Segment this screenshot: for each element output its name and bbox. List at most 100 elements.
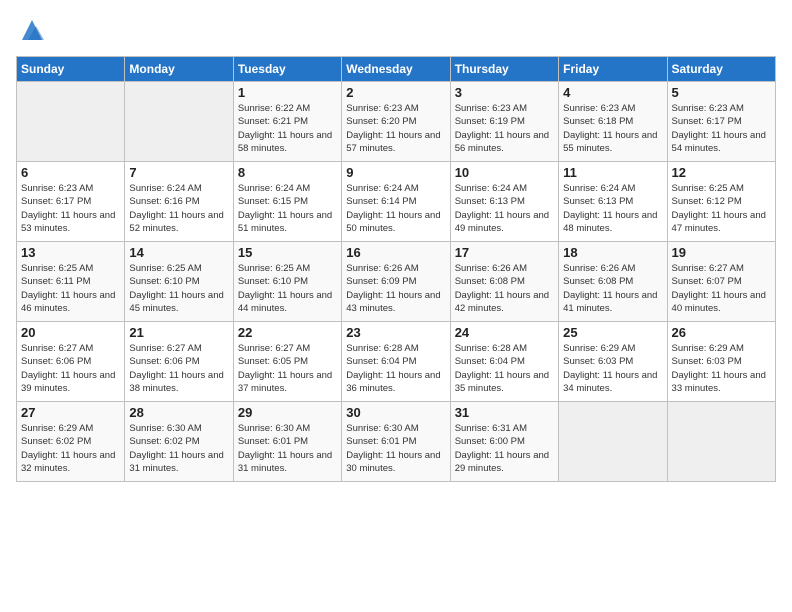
day-number: 25 <box>563 325 662 340</box>
calendar-day-cell: 17 Sunrise: 6:26 AM Sunset: 6:08 PM Dayli… <box>450 242 558 322</box>
calendar-week-row: 13 Sunrise: 6:25 AM Sunset: 6:11 PM Dayli… <box>17 242 776 322</box>
calendar-day-cell: 27 Sunrise: 6:29 AM Sunset: 6:02 PM Dayli… <box>17 402 125 482</box>
day-number: 24 <box>455 325 554 340</box>
calendar-day-cell: 14 Sunrise: 6:25 AM Sunset: 6:10 PM Dayli… <box>125 242 233 322</box>
day-info: Sunrise: 6:28 AM Sunset: 6:04 PM Dayligh… <box>346 342 445 395</box>
day-number: 10 <box>455 165 554 180</box>
day-info: Sunrise: 6:29 AM Sunset: 6:03 PM Dayligh… <box>672 342 771 395</box>
day-info: Sunrise: 6:25 AM Sunset: 6:10 PM Dayligh… <box>129 262 228 315</box>
day-number: 8 <box>238 165 337 180</box>
weekday-header-friday: Friday <box>559 57 667 82</box>
day-info: Sunrise: 6:23 AM Sunset: 6:18 PM Dayligh… <box>563 102 662 155</box>
calendar-day-cell: 18 Sunrise: 6:26 AM Sunset: 6:08 PM Dayli… <box>559 242 667 322</box>
day-number: 4 <box>563 85 662 100</box>
calendar-day-cell <box>559 402 667 482</box>
calendar-day-cell: 28 Sunrise: 6:30 AM Sunset: 6:02 PM Dayli… <box>125 402 233 482</box>
calendar-day-cell: 8 Sunrise: 6:24 AM Sunset: 6:15 PM Daylig… <box>233 162 341 242</box>
calendar-day-cell: 29 Sunrise: 6:30 AM Sunset: 6:01 PM Dayli… <box>233 402 341 482</box>
day-info: Sunrise: 6:25 AM Sunset: 6:12 PM Dayligh… <box>672 182 771 235</box>
day-number: 9 <box>346 165 445 180</box>
day-info: Sunrise: 6:30 AM Sunset: 6:01 PM Dayligh… <box>346 422 445 475</box>
day-number: 28 <box>129 405 228 420</box>
calendar-day-cell: 4 Sunrise: 6:23 AM Sunset: 6:18 PM Daylig… <box>559 82 667 162</box>
day-number: 11 <box>563 165 662 180</box>
day-number: 21 <box>129 325 228 340</box>
calendar-day-cell: 7 Sunrise: 6:24 AM Sunset: 6:16 PM Daylig… <box>125 162 233 242</box>
day-info: Sunrise: 6:24 AM Sunset: 6:16 PM Dayligh… <box>129 182 228 235</box>
calendar-day-cell <box>125 82 233 162</box>
day-info: Sunrise: 6:27 AM Sunset: 6:07 PM Dayligh… <box>672 262 771 315</box>
day-number: 12 <box>672 165 771 180</box>
calendar-header-row: SundayMondayTuesdayWednesdayThursdayFrid… <box>17 57 776 82</box>
day-number: 1 <box>238 85 337 100</box>
calendar-day-cell: 20 Sunrise: 6:27 AM Sunset: 6:06 PM Dayli… <box>17 322 125 402</box>
calendar-day-cell <box>17 82 125 162</box>
calendar-day-cell: 31Sunrise: 6:31 AM Sunset: 6:00 PM Dayli… <box>450 402 558 482</box>
day-number: 30 <box>346 405 445 420</box>
calendar-day-cell: 3 Sunrise: 6:23 AM Sunset: 6:19 PM Daylig… <box>450 82 558 162</box>
calendar-day-cell: 9 Sunrise: 6:24 AM Sunset: 6:14 PM Daylig… <box>342 162 450 242</box>
day-info: Sunrise: 6:28 AM Sunset: 6:04 PM Dayligh… <box>455 342 554 395</box>
calendar-week-row: 20 Sunrise: 6:27 AM Sunset: 6:06 PM Dayli… <box>17 322 776 402</box>
day-number: 15 <box>238 245 337 260</box>
day-number: 29 <box>238 405 337 420</box>
calendar-day-cell: 25 Sunrise: 6:29 AM Sunset: 6:03 PM Dayli… <box>559 322 667 402</box>
day-info: Sunrise: 6:26 AM Sunset: 6:09 PM Dayligh… <box>346 262 445 315</box>
calendar-day-cell: 11 Sunrise: 6:24 AM Sunset: 6:13 PM Dayli… <box>559 162 667 242</box>
day-number: 26 <box>672 325 771 340</box>
calendar-day-cell: 16 Sunrise: 6:26 AM Sunset: 6:09 PM Dayli… <box>342 242 450 322</box>
calendar-day-cell: 2Sunrise: 6:23 AM Sunset: 6:20 PM Daylig… <box>342 82 450 162</box>
day-info: Sunrise: 6:26 AM Sunset: 6:08 PM Dayligh… <box>563 262 662 315</box>
calendar-week-row: 6Sunrise: 6:23 AM Sunset: 6:17 PM Daylig… <box>17 162 776 242</box>
calendar-day-cell: 6Sunrise: 6:23 AM Sunset: 6:17 PM Daylig… <box>17 162 125 242</box>
calendar-day-cell: 10 Sunrise: 6:24 AM Sunset: 6:13 PM Dayli… <box>450 162 558 242</box>
day-info: Sunrise: 6:23 AM Sunset: 6:19 PM Dayligh… <box>455 102 554 155</box>
day-number: 13 <box>21 245 120 260</box>
day-number: 18 <box>563 245 662 260</box>
day-info: Sunrise: 6:29 AM Sunset: 6:03 PM Dayligh… <box>563 342 662 395</box>
day-number: 16 <box>346 245 445 260</box>
day-info: Sunrise: 6:24 AM Sunset: 6:13 PM Dayligh… <box>455 182 554 235</box>
page-header <box>16 16 776 44</box>
day-info: Sunrise: 6:22 AM Sunset: 6:21 PM Dayligh… <box>238 102 337 155</box>
weekday-header-wednesday: Wednesday <box>342 57 450 82</box>
day-info: Sunrise: 6:30 AM Sunset: 6:02 PM Dayligh… <box>129 422 228 475</box>
day-number: 20 <box>21 325 120 340</box>
calendar-week-row: 27 Sunrise: 6:29 AM Sunset: 6:02 PM Dayli… <box>17 402 776 482</box>
day-number: 31 <box>455 405 554 420</box>
calendar-day-cell: 1 Sunrise: 6:22 AM Sunset: 6:21 PM Daylig… <box>233 82 341 162</box>
weekday-header-monday: Monday <box>125 57 233 82</box>
day-number: 23 <box>346 325 445 340</box>
weekday-header-saturday: Saturday <box>667 57 775 82</box>
day-number: 22 <box>238 325 337 340</box>
day-info: Sunrise: 6:27 AM Sunset: 6:06 PM Dayligh… <box>21 342 120 395</box>
weekday-header-sunday: Sunday <box>17 57 125 82</box>
day-number: 6 <box>21 165 120 180</box>
calendar-day-cell: 13 Sunrise: 6:25 AM Sunset: 6:11 PM Dayli… <box>17 242 125 322</box>
logo-icon <box>18 16 46 44</box>
day-number: 7 <box>129 165 228 180</box>
day-number: 27 <box>21 405 120 420</box>
day-number: 5 <box>672 85 771 100</box>
day-info: Sunrise: 6:24 AM Sunset: 6:15 PM Dayligh… <box>238 182 337 235</box>
calendar-day-cell: 15 Sunrise: 6:25 AM Sunset: 6:10 PM Dayli… <box>233 242 341 322</box>
day-info: Sunrise: 6:25 AM Sunset: 6:10 PM Dayligh… <box>238 262 337 315</box>
calendar-week-row: 1 Sunrise: 6:22 AM Sunset: 6:21 PM Daylig… <box>17 82 776 162</box>
calendar-day-cell: 30 Sunrise: 6:30 AM Sunset: 6:01 PM Dayli… <box>342 402 450 482</box>
day-info: Sunrise: 6:24 AM Sunset: 6:13 PM Dayligh… <box>563 182 662 235</box>
day-number: 3 <box>455 85 554 100</box>
day-number: 17 <box>455 245 554 260</box>
calendar-day-cell: 26 Sunrise: 6:29 AM Sunset: 6:03 PM Dayli… <box>667 322 775 402</box>
day-info: Sunrise: 6:29 AM Sunset: 6:02 PM Dayligh… <box>21 422 120 475</box>
day-number: 14 <box>129 245 228 260</box>
logo <box>16 16 46 44</box>
day-info: Sunrise: 6:30 AM Sunset: 6:01 PM Dayligh… <box>238 422 337 475</box>
day-info: Sunrise: 6:24 AM Sunset: 6:14 PM Dayligh… <box>346 182 445 235</box>
calendar-day-cell: 23 Sunrise: 6:28 AM Sunset: 6:04 PM Dayli… <box>342 322 450 402</box>
day-info: Sunrise: 6:26 AM Sunset: 6:08 PM Dayligh… <box>455 262 554 315</box>
calendar-day-cell: 12 Sunrise: 6:25 AM Sunset: 6:12 PM Dayli… <box>667 162 775 242</box>
day-info: Sunrise: 6:25 AM Sunset: 6:11 PM Dayligh… <box>21 262 120 315</box>
day-info: Sunrise: 6:27 AM Sunset: 6:06 PM Dayligh… <box>129 342 228 395</box>
day-number: 2 <box>346 85 445 100</box>
weekday-header-tuesday: Tuesday <box>233 57 341 82</box>
